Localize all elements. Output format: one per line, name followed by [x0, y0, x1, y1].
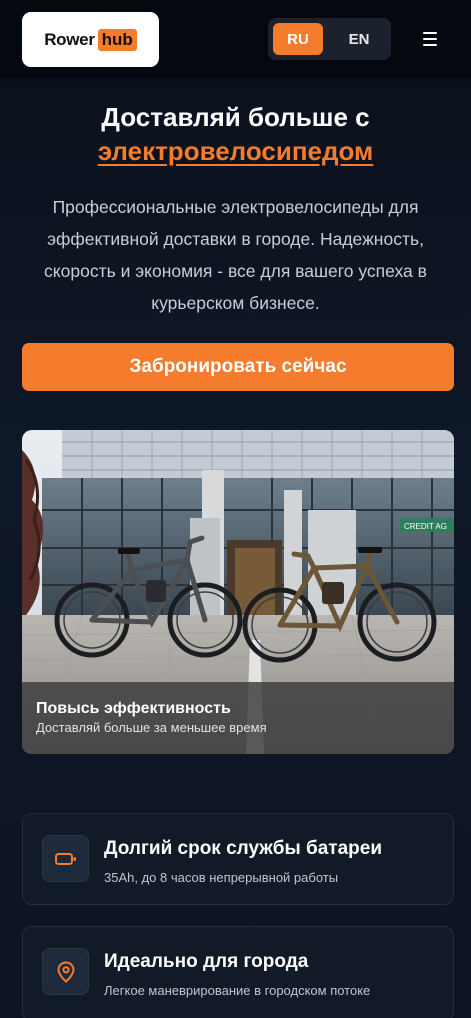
caption-subtitle: Доставляй больше за меньшее время: [36, 720, 267, 735]
feature-title: Долгий срок службы батареи: [104, 838, 383, 859]
page: Rower hub RU EN Доставляй больше с элект…: [0, 0, 471, 1018]
top-navbar: Rower hub RU EN: [0, 0, 471, 78]
hero-title: Доставляй больше с электровелосипедом: [0, 100, 471, 168]
brand-logo[interactable]: Rower hub: [22, 12, 159, 67]
battery-icon: [42, 835, 89, 882]
language-switcher: RU EN: [268, 18, 391, 60]
hero-description: Профессиональные электровелосипеды для э…: [44, 197, 427, 313]
caption-title: Повысь эффективность: [36, 700, 231, 717]
logo-accent: hub: [97, 28, 137, 51]
map-pin-icon: [42, 948, 89, 995]
feature-subtitle: Легкое маневрирование в городском потоке: [104, 983, 371, 998]
language-en-button[interactable]: EN: [334, 23, 384, 55]
bank-sign: CREDIT AG: [404, 522, 447, 531]
hamburger-menu-icon[interactable]: [417, 29, 443, 49]
feature-subtitle: 35Ah, до 8 часов непрерывной работы: [104, 870, 339, 885]
feature-card-city: Идеально для города Легкое маневрировани…: [22, 926, 454, 1018]
hero-title-accent: электровелосипедом: [97, 136, 374, 166]
hero-title-line: Доставляй больше с: [101, 102, 370, 132]
language-ru-button[interactable]: RU: [273, 23, 323, 55]
feature-card-battery: Долгий срок службы батареи 35Ah, до 8 ча…: [22, 813, 454, 905]
book-now-button[interactable]: Забронировать сейчас: [22, 343, 454, 391]
photo-caption: Повысь эффективность Доставляй больше за…: [22, 682, 454, 754]
feature-title: Идеально для города: [104, 951, 309, 972]
logo-word: Rower: [44, 29, 95, 49]
hero-photo-card: CREDIT AG Повысь эффективность Доставляй…: [22, 430, 454, 754]
